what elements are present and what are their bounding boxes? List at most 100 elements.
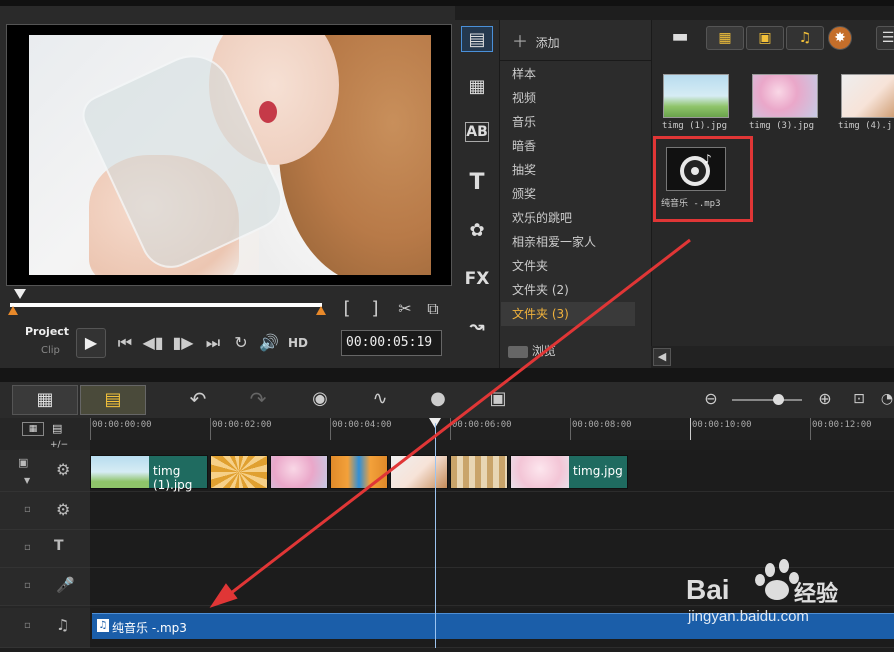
repeat-icon[interactable]: ↻ bbox=[230, 332, 252, 354]
record-capture-icon[interactable]: ◉ bbox=[306, 388, 334, 410]
sound-mixer-icon[interactable]: ∿ bbox=[366, 388, 394, 410]
category-item[interactable]: 文件夹 (2) bbox=[512, 279, 569, 301]
ruler-tick bbox=[90, 418, 91, 440]
category-item[interactable]: 音乐 bbox=[512, 111, 536, 133]
track-lock-icon[interactable]: ▫ bbox=[24, 504, 31, 515]
category-item[interactable]: 颁奖 bbox=[512, 183, 536, 205]
watermark-url: jingyan.baidu.com bbox=[688, 608, 809, 625]
mode-clip-label[interactable]: Clip bbox=[41, 345, 60, 356]
collapse-icon[interactable]: ▼ bbox=[24, 476, 30, 485]
scroll-left-icon[interactable]: ◀ bbox=[653, 348, 671, 366]
timeline-clip[interactable]: timg (1).jpg bbox=[90, 455, 208, 492]
timeline-clip[interactable] bbox=[330, 455, 388, 489]
scrubber-track[interactable] bbox=[10, 303, 322, 307]
list-view-icon[interactable]: ☰ bbox=[876, 26, 894, 50]
media-thumbnail[interactable] bbox=[752, 74, 818, 118]
media-thumbnail[interactable] bbox=[663, 74, 729, 118]
transition-icon[interactable]: AB bbox=[465, 122, 489, 142]
zoom-slider[interactable] bbox=[732, 399, 802, 401]
mark-in-button[interactable]: [ bbox=[340, 298, 354, 320]
add-folder-button[interactable]: ＋ 添加 bbox=[512, 28, 560, 52]
auto-music-icon[interactable]: ● bbox=[424, 388, 452, 410]
next-frame-icon[interactable]: ▮▶ bbox=[172, 332, 194, 354]
fx-icon[interactable]: FX bbox=[461, 266, 493, 292]
overlay-track[interactable] bbox=[90, 492, 894, 530]
sort-icon[interactable]: ✸ bbox=[828, 26, 852, 50]
path-icon[interactable]: ↝ bbox=[461, 314, 493, 340]
category-item[interactable]: 文件夹 bbox=[512, 255, 548, 277]
category-item[interactable]: 相亲相爱一家人 bbox=[512, 231, 596, 253]
home-icon[interactable]: ⏮ bbox=[114, 332, 136, 354]
library-scrollbar[interactable]: ◀ bbox=[651, 346, 894, 368]
show-photo-icon[interactable]: ▣ bbox=[746, 26, 784, 50]
voice-track-header[interactable]: ▫ 🎤 bbox=[0, 568, 90, 606]
previous-frame-icon[interactable]: ◀▮ bbox=[142, 332, 164, 354]
trim-in-marker[interactable] bbox=[8, 306, 18, 315]
clock-icon[interactable]: ◔ bbox=[880, 388, 894, 410]
category-item[interactable]: 欢乐的跳吧 bbox=[512, 207, 572, 229]
title-track-header[interactable]: ▫ T bbox=[0, 530, 90, 568]
preview-scrubber[interactable] bbox=[8, 289, 328, 315]
zoom-in-icon[interactable]: ⊕ bbox=[814, 388, 836, 410]
show-video-icon[interactable]: ▦ bbox=[706, 26, 744, 50]
category-item[interactable]: 抽奖 bbox=[512, 159, 536, 181]
category-item[interactable]: 暗香 bbox=[512, 135, 536, 157]
timeline-clip[interactable] bbox=[270, 455, 328, 489]
title-icon[interactable]: T bbox=[461, 170, 493, 196]
scrubber-knob[interactable] bbox=[14, 289, 26, 299]
redo-icon[interactable]: ↷ bbox=[246, 388, 270, 410]
instant-project-icon[interactable]: ▦ bbox=[461, 74, 493, 100]
undo-icon[interactable]: ↶ bbox=[186, 388, 210, 410]
chapter-icon[interactable]: ▤ bbox=[52, 422, 76, 436]
resize-icon[interactable]: ⧉ bbox=[422, 298, 444, 320]
volume-icon[interactable]: 🔊 bbox=[258, 332, 280, 354]
preview-panel bbox=[0, 6, 455, 368]
video-track-header[interactable]: ▣ ▼ ⚙ bbox=[0, 450, 90, 492]
overlay-track-header[interactable]: ▫ ⚙ bbox=[0, 492, 90, 530]
timeline-ruler[interactable]: 00:00:00:00 00:00:02:00 00:00:04:00 00:0… bbox=[90, 418, 894, 440]
track-lock-icon[interactable]: ▫ bbox=[24, 620, 31, 631]
trim-out-marker[interactable] bbox=[316, 306, 326, 315]
category-item[interactable]: 样本 bbox=[512, 63, 536, 85]
library-category-panel: ＋ 添加 样本 视频 音乐 暗香 抽奖 颁奖 欢乐的跳吧 相亲相爱一家人 文件夹… bbox=[499, 20, 652, 368]
show-audio-icon[interactable]: ♫ bbox=[786, 26, 824, 50]
add-remove-chapter[interactable]: +/− bbox=[50, 440, 68, 450]
storyboard-view-icon[interactable]: ▦ bbox=[12, 385, 78, 415]
play-button[interactable]: ▶ bbox=[76, 328, 106, 358]
subtitle-editor-icon[interactable]: ▣ bbox=[484, 388, 512, 410]
timeline-view-icon[interactable]: ▤ bbox=[80, 385, 146, 415]
timeline-clip[interactable] bbox=[390, 455, 448, 489]
folder-icon[interactable]: ▬ bbox=[666, 26, 694, 50]
track-lock-icon[interactable]: ▫ bbox=[24, 542, 31, 553]
timeline-clip[interactable] bbox=[210, 455, 268, 489]
ruler-label: 00:00:00:00 bbox=[92, 420, 152, 430]
hd-button[interactable]: HD bbox=[286, 332, 310, 354]
category-item[interactable]: 视频 bbox=[512, 87, 536, 109]
timeline-clip[interactable]: timg.jpg bbox=[510, 455, 628, 489]
playhead-line[interactable] bbox=[435, 423, 436, 648]
ruler-label: 00:00:02:00 bbox=[212, 420, 272, 430]
media-icon[interactable]: ▤ bbox=[461, 26, 493, 52]
timecode-field[interactable]: 00:00:05:19 bbox=[341, 330, 442, 356]
media-thumbnail[interactable] bbox=[841, 74, 894, 118]
timeline-clip[interactable] bbox=[450, 455, 508, 489]
ruler-tick bbox=[210, 418, 211, 440]
track-lock-icon[interactable]: ▣ bbox=[18, 456, 28, 469]
ruler-label: 00:00:10:00 bbox=[692, 420, 752, 430]
zoom-slider-knob[interactable] bbox=[773, 394, 784, 405]
music-note-icon: ♫ bbox=[97, 619, 109, 632]
timeline-toolbar: ▦ ▤ ↶ ↷ ◉ ∿ ● ▣ ⊖ ⊕ ⊡ ◔ bbox=[0, 382, 894, 418]
graphic-icon[interactable]: ✿ bbox=[461, 218, 493, 244]
fit-project-icon[interactable]: ⊡ bbox=[848, 388, 870, 410]
music-track-header[interactable]: ▫ ♫ bbox=[0, 608, 90, 648]
zoom-out-icon[interactable]: ⊖ bbox=[700, 388, 722, 410]
end-icon[interactable]: ⏭ bbox=[202, 332, 224, 354]
mark-out-button[interactable]: ] bbox=[368, 298, 382, 320]
track-lock-icon[interactable]: ▫ bbox=[24, 580, 31, 591]
category-item-selected[interactable]: 文件夹 (3) bbox=[512, 303, 569, 325]
track-manager-icon[interactable]: ▦ bbox=[22, 422, 44, 436]
split-clip-icon[interactable]: ✂ bbox=[394, 298, 416, 320]
browse-button[interactable]: 浏览 bbox=[508, 342, 556, 359]
mode-project-label[interactable]: Project bbox=[25, 325, 69, 338]
audio-thumbnail[interactable]: ♪ bbox=[666, 147, 726, 191]
